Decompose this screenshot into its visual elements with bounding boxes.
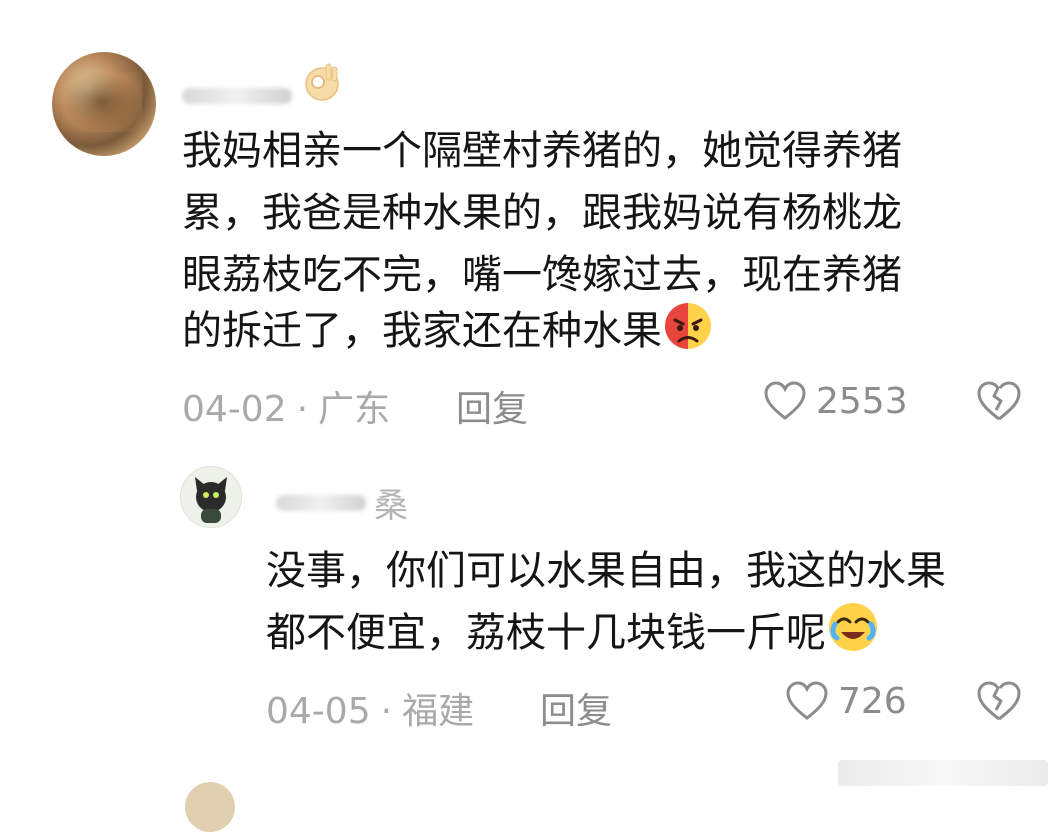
comment-reply-button[interactable]: 回复 (456, 380, 528, 432)
comment-line: 累，我爸是种水果的，跟我妈说有杨桃龙 (182, 190, 902, 236)
reply-like-button[interactable]: 726 (784, 678, 907, 724)
reply-like-count: 726 (838, 680, 907, 722)
broken-heart-icon[interactable] (974, 378, 1024, 424)
comment-location: 广东 (318, 389, 391, 430)
heart-icon (786, 681, 828, 720)
comment-line: 我妈相亲一个隔壁村养猪的，她觉得养猪 (182, 128, 902, 174)
username-blurred-part (276, 494, 366, 511)
laugh-cry-emoji-icon (829, 603, 877, 651)
reply-location: 福建 (402, 691, 475, 732)
comment-line: 的拆迁了，我家还在种水果 (182, 300, 714, 362)
cat-avatar-icon (195, 477, 227, 523)
comment-like-count: 2553 (816, 380, 908, 422)
next-commenter-avatar[interactable] (185, 782, 235, 832)
broken-heart-icon[interactable] (974, 678, 1024, 724)
reply-line: 都不便宜，荔枝十几块钱一斤呢 (266, 600, 880, 664)
meta-separator: · (296, 389, 309, 430)
meta-separator: · (380, 691, 393, 732)
comment-line: 眼荔枝吃不完，嘴一馋嫁过去，现在养猪 (182, 252, 902, 298)
comment-meta: 04-02 · 广东 (182, 380, 390, 432)
reply-line: 没事，你们可以水果自由，我这的水果 (266, 548, 946, 594)
replier-username-visible: 桑 (374, 486, 408, 526)
comment-date: 04-02 (182, 389, 287, 430)
heart-icon (764, 381, 806, 420)
watermark (838, 760, 1048, 786)
replier-username[interactable]: 桑 (276, 478, 408, 527)
replier-avatar[interactable] (180, 466, 242, 528)
ok-hand-icon (305, 63, 339, 101)
reply-reply-button[interactable]: 回复 (540, 682, 612, 734)
commenter-username[interactable] (182, 88, 292, 104)
reply-meta: 04-05 · 福建 (266, 682, 474, 734)
commenter-avatar[interactable] (52, 52, 156, 156)
comment-like-button[interactable]: 2553 (762, 378, 908, 424)
sad-face-emoji-icon (665, 303, 711, 349)
reply-date: 04-05 (266, 691, 371, 732)
